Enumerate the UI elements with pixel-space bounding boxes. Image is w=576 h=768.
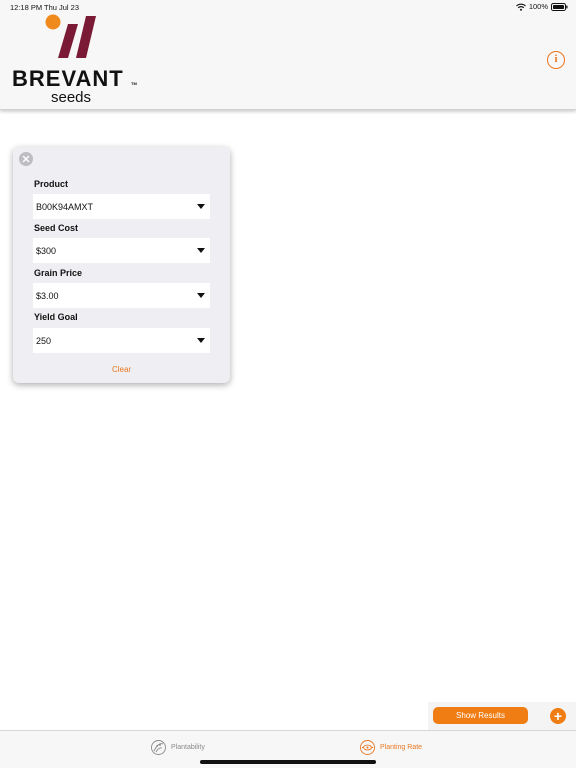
plantability-icon — [151, 740, 166, 755]
clear-button[interactable]: Clear — [13, 365, 230, 374]
grain-price-select[interactable]: $3.00 — [33, 283, 210, 308]
tab-bar: Plantability Planting Rate — [0, 730, 576, 768]
chevron-down-icon — [197, 204, 205, 209]
battery-icon — [551, 2, 568, 11]
seed-cost-select[interactable]: $300 — [33, 238, 210, 263]
show-results-button[interactable]: Show Results — [433, 707, 528, 724]
chevron-down-icon — [197, 338, 205, 343]
brevant-logo: BREVANT TM seeds — [12, 14, 142, 106]
brevant-logo-mark — [45, 14, 96, 58]
yield-goal-select[interactable]: 250 — [33, 328, 210, 353]
product-label: Product — [34, 179, 69, 189]
brand-subtitle: seeds — [51, 89, 92, 106]
chevron-down-icon — [197, 293, 205, 298]
planting-rate-icon — [360, 740, 375, 755]
chevron-down-icon — [197, 248, 205, 253]
brand-trademark: TM — [131, 81, 137, 86]
tab-plantability[interactable]: Plantability — [150, 739, 205, 756]
grain-price-value: $3.00 — [36, 291, 59, 301]
grain-price-label: Grain Price — [34, 268, 83, 278]
results-action-bar: Show Results + — [428, 702, 576, 730]
app-header: BREVANT TM seeds i — [0, 0, 576, 110]
info-icon[interactable]: i — [547, 51, 565, 69]
home-indicator[interactable] — [200, 760, 376, 764]
close-icon[interactable] — [19, 152, 33, 166]
tab-planting-rate-label: Planting Rate — [380, 744, 423, 751]
battery-percentage: 100% — [528, 2, 548, 11]
product-value: B00K94AMXT — [36, 202, 94, 212]
yield-goal-label: Yield Goal — [34, 312, 78, 322]
wifi-icon — [515, 3, 526, 11]
status-time: 12:18 PM — [10, 3, 43, 12]
tab-planting-rate[interactable]: Planting Rate — [359, 739, 422, 756]
status-indicators: 100% — [515, 2, 568, 11]
seed-cost-label: Seed Cost — [34, 223, 79, 233]
yield-goal-value: 250 — [36, 336, 52, 346]
status-bar: 12:18 PM Thu Jul 23 100% — [0, 0, 576, 14]
seed-cost-value: $300 — [36, 246, 57, 256]
status-date: Thu Jul 23 — [44, 3, 80, 12]
add-icon[interactable]: + — [550, 708, 566, 724]
product-select[interactable]: B00K94AMXT — [33, 194, 210, 219]
tab-plantability-label: Plantability — [171, 744, 205, 751]
seed-calculator-panel: Product B00K94AMXT Seed Cost $300 Grain … — [13, 147, 230, 383]
